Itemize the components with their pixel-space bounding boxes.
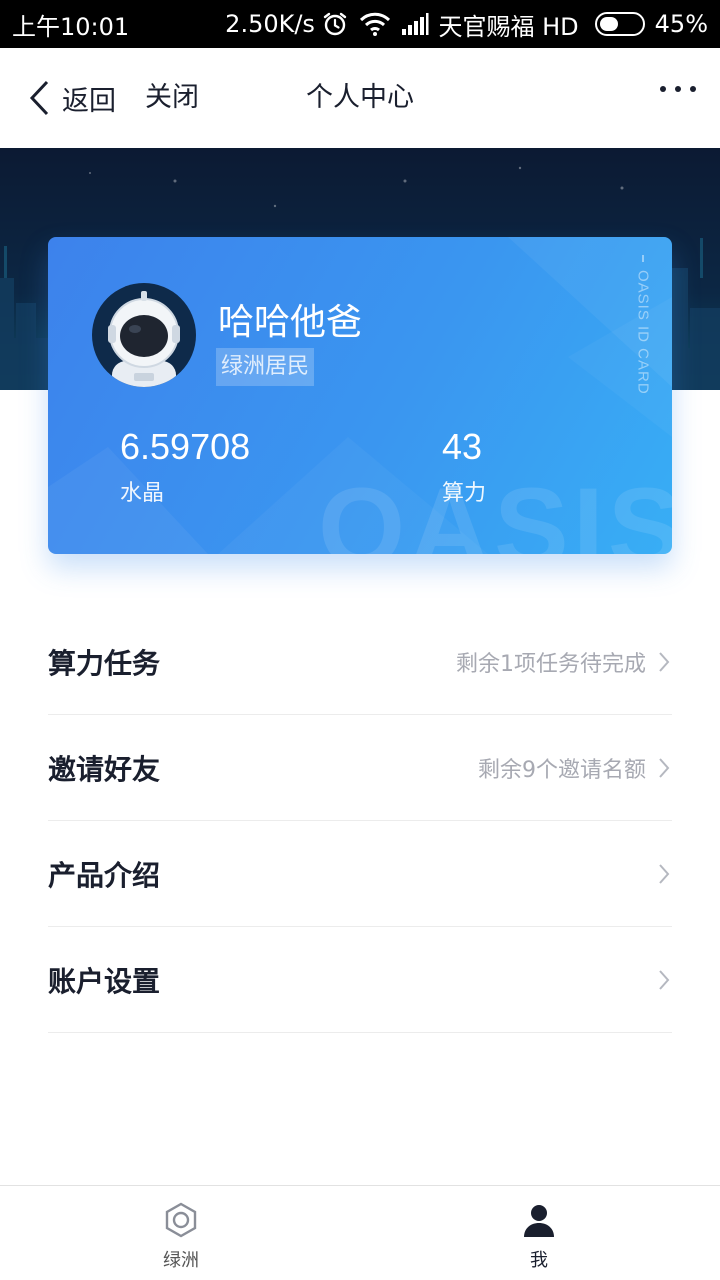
menu-item-label: 产品介绍 [48,858,161,892]
tab-oasis[interactable]: 绿洲 [111,1186,251,1280]
menu-item-hint: 剩余1项任务待完成 [456,651,646,677]
signal-icon [401,12,429,36]
menu-item-label: 邀请好友 [48,752,161,786]
alarm-icon [321,10,349,38]
tab-label: 绿洲 [163,1250,199,1271]
more-dot [690,86,696,92]
stat-crystal-label: 水晶 [120,481,165,506]
battery-fill [599,17,618,31]
bottom-tab-bar: 绿洲 我 [0,1185,720,1280]
id-card: OASIS OASIS ID CARD 哈哈他爸 绿洲居民 6.59708 水晶… [48,237,672,554]
page-title: 个人中心 [306,82,414,113]
avatar[interactable] [92,283,196,387]
chevron-right-icon [656,756,672,780]
username: 哈哈他爸 [218,302,363,343]
menu-item-hint: 剩余9个邀请名额 [478,757,646,783]
status-network-speed: 2.50K/s [225,10,315,38]
chevron-right-icon [656,862,672,886]
astronaut-avatar-icon [108,291,180,387]
menu-item-label: 账户设置 [48,964,161,998]
nav-bar: 返回 关闭 个人中心 [0,48,720,148]
menu-list: 算力任务 剩余1项任务待完成 邀请好友 剩余9个邀请名额 产品介绍 账户设置 [48,609,672,1033]
tab-me[interactable]: 我 [469,1186,609,1280]
person-icon [521,1202,557,1238]
card-vertical-text: OASIS ID CARD [634,270,652,395]
oasis-ring-icon [163,1202,199,1238]
more-button[interactable] [660,86,696,92]
chevron-right-icon [656,650,672,674]
stat-compute-power[interactable]: 43 算力 [442,427,486,507]
chevron-right-icon [656,968,672,992]
more-dot [660,86,666,92]
tab-label: 我 [530,1250,548,1271]
menu-item-account-settings[interactable]: 账户设置 [48,927,672,1033]
status-battery: 45% [654,10,708,38]
stat-compute-label: 算力 [442,481,487,506]
stat-crystal-value: 6.59708 [120,426,251,467]
card-vertical-label: OASIS ID CARD [631,255,655,395]
status-time: 上午10:01 [12,12,130,41]
battery-icon [594,12,645,36]
menu-item-product-intro[interactable]: 产品介绍 [48,821,672,927]
menu-item-label: 算力任务 [48,646,161,680]
wifi-icon [359,11,391,37]
more-dot [675,86,681,92]
menu-item-invite-friends[interactable]: 邀请好友 剩余9个邀请名额 [48,715,672,821]
stat-crystal[interactable]: 6.59708 水晶 [120,427,250,507]
status-carrier: 天官赐福 HD [438,12,579,41]
card-vertical-bar [642,255,644,263]
status-bar: 上午10:01 2.50K/s 天官赐福 HD 45% [0,0,720,48]
user-level-badge: 绿洲居民 [216,348,315,386]
stat-compute-value: 43 [442,426,483,467]
card-watermark: OASIS [318,465,672,554]
menu-item-compute-tasks[interactable]: 算力任务 剩余1项任务待完成 [48,609,672,715]
